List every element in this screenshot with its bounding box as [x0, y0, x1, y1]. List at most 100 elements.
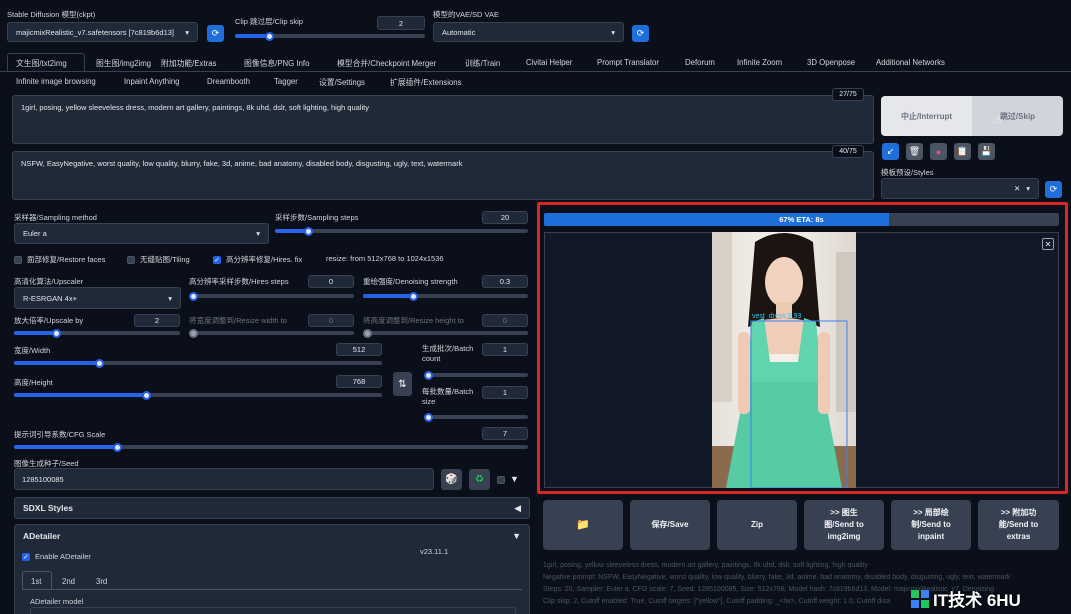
batch-count-input[interactable]: 1	[482, 343, 528, 356]
tiling-checkbox[interactable]: 无缝贴图/Tiling	[127, 254, 190, 265]
batch-size-slider[interactable]	[424, 412, 528, 422]
trash-button[interactable]: 🗑	[906, 143, 923, 160]
adetailer-tab-2nd[interactable]: 2nd	[62, 577, 75, 586]
tab-6[interactable]: Civitai Helper	[526, 58, 572, 67]
tab-8[interactable]: Deforum	[685, 58, 715, 67]
slider-handle[interactable]	[189, 291, 198, 301]
tab-2[interactable]: 附加功能/Extras	[161, 58, 216, 69]
upscale-by-slider[interactable]	[14, 328, 180, 338]
resize-width-slider[interactable]	[189, 328, 354, 338]
upscaler-select[interactable]: R-ESRGAN 4x+ ▾	[14, 287, 181, 309]
height-slider[interactable]	[14, 390, 382, 400]
height-label: 高度/Height	[14, 378, 53, 387]
send-to-extras-button[interactable]: >> 附加功能/Send to extras	[978, 500, 1059, 550]
sampling-method-select[interactable]: Euler a ▾	[14, 223, 269, 244]
resize-height-input[interactable]: 0	[482, 314, 528, 327]
adetailer-tab-3rd[interactable]: 3rd	[96, 577, 107, 586]
slider-handle[interactable]	[189, 328, 198, 338]
tab-5[interactable]: 训练/Train	[465, 58, 500, 69]
tab-0[interactable]: 文生图/txt2img	[16, 58, 67, 69]
save-button[interactable]: 保存/Save	[630, 500, 710, 550]
upscale-by-input[interactable]: 2	[134, 314, 180, 327]
slider-handle[interactable]	[424, 370, 433, 380]
tab-10[interactable]: 3D Openpose	[807, 58, 855, 67]
width-input[interactable]: 512	[336, 343, 382, 356]
clip-skip-slider[interactable]	[235, 31, 425, 41]
refresh-styles-button[interactable]: ⟳	[1045, 181, 1062, 198]
read-params-button[interactable]: ↙	[882, 143, 899, 160]
width-slider[interactable]	[14, 358, 382, 368]
send-to-inpaint-button[interactable]: >> 局部绘制/Send to inpaint	[891, 500, 971, 550]
adetailer-model-select[interactable]	[30, 607, 516, 614]
restore-faces-checkbox[interactable]: 面部修复/Restore faces	[14, 254, 105, 265]
sdxl-styles-accordion[interactable]: SDXL Styles ◀	[14, 497, 530, 519]
slider-handle[interactable]	[94, 358, 104, 368]
open-folder-button[interactable]: 📁	[543, 500, 623, 550]
slider-handle[interactable]	[112, 442, 122, 452]
refresh-model-button[interactable]: ⟳	[207, 25, 224, 42]
clipboard-button[interactable]: 📋	[954, 143, 971, 160]
save-style-button[interactable]: 💾	[978, 143, 995, 160]
tab-7[interactable]: Prompt Translator	[597, 58, 659, 67]
slider-handle[interactable]	[265, 31, 275, 41]
model-select[interactable]: majicmixRealistic_v7.safetensors [7c819b…	[7, 22, 198, 42]
styles-select[interactable]: ✕ ▾	[881, 178, 1039, 199]
slider-handle[interactable]	[142, 390, 152, 400]
extra-seed-toggle-icon[interactable]: ▼	[510, 474, 519, 484]
slider-handle[interactable]	[424, 412, 433, 422]
negative-prompt-input[interactable]: NSFW, EasyNegative, worst quality, low q…	[12, 151, 874, 200]
cfg-scale-input[interactable]: 7	[482, 427, 528, 440]
height-input[interactable]: 768	[336, 375, 382, 388]
adetailer-tab-1st[interactable]: 1st	[31, 577, 41, 586]
slider-handle[interactable]	[51, 328, 61, 338]
tab-9[interactable]: Infinite Zoom	[737, 58, 782, 67]
refresh-vae-button[interactable]: ⟳	[632, 25, 649, 42]
positive-prompt-input[interactable]: 1girl, posing, yellow sleeveless dress, …	[12, 95, 874, 144]
tab-row2-5[interactable]: 扩展插件/Extensions	[390, 77, 462, 88]
enable-adetailer-checkbox[interactable]: Enable ADetailer	[22, 552, 91, 561]
send-to-img2img-button[interactable]: >> 图生图/Send to img2img	[804, 500, 884, 550]
slider-handle[interactable]	[303, 226, 313, 236]
sampling-steps-slider[interactable]	[275, 226, 528, 236]
generated-image[interactable]	[712, 232, 856, 488]
skip-button[interactable]: 跳过/Skip	[972, 96, 1063, 136]
denoising-slider[interactable]	[363, 291, 528, 301]
adetailer-title: ADetailer	[23, 531, 61, 541]
tab-row2-0[interactable]: Infinite image browsing	[16, 77, 96, 86]
tab-row2-2[interactable]: Dreambooth	[207, 77, 250, 86]
batch-size-input[interactable]: 1	[482, 386, 528, 399]
hires-fix-checkbox[interactable]: 高分辨率修复/Hires. fix	[213, 254, 302, 265]
save-icon: 💾	[980, 146, 993, 156]
clear-icon[interactable]: ✕	[1014, 184, 1020, 193]
adetailer-header[interactable]: ADetailer ▼	[15, 525, 529, 547]
batch-count-slider[interactable]	[424, 370, 528, 380]
close-preview-button[interactable]: ✕	[1042, 238, 1054, 250]
clip-skip-input[interactable]: 2	[377, 16, 425, 30]
seed-input[interactable]: 1285100085	[14, 468, 434, 490]
tab-row2-1[interactable]: Inpaint Anything	[124, 77, 180, 86]
tab-1[interactable]: 图生图/img2img	[96, 58, 151, 69]
tab-3[interactable]: 图像信息/PNG Info	[244, 58, 309, 69]
tab-row2-4[interactable]: 设置/Settings	[319, 77, 365, 88]
cfg-scale-slider[interactable]	[14, 442, 528, 452]
slider-handle[interactable]	[408, 291, 418, 301]
denoising-input[interactable]: 0.3	[482, 275, 528, 288]
zip-button[interactable]: Zip	[717, 500, 797, 550]
random-seed-button[interactable]: 🎲	[441, 469, 462, 490]
tab-4[interactable]: 模型合并/Checkpoint Merger	[337, 58, 436, 69]
resize-height-slider[interactable]	[363, 328, 528, 338]
tab-row2-3[interactable]: Tagger	[274, 77, 298, 86]
extra-seed-checkbox[interactable]	[497, 476, 505, 486]
vae-select[interactable]: Automatic ▾	[433, 22, 624, 42]
extra-networks-button[interactable]: ●	[930, 143, 947, 160]
tab-11[interactable]: Additional Networks	[876, 58, 945, 67]
sampling-steps-input[interactable]: 20	[482, 211, 528, 224]
reuse-seed-button[interactable]: ♻	[469, 469, 490, 490]
swap-icon: ⇅	[398, 378, 407, 390]
hires-steps-slider[interactable]	[189, 291, 354, 301]
resize-width-input[interactable]: 0	[308, 314, 354, 327]
hires-steps-input[interactable]: 0	[308, 275, 354, 288]
swap-dimensions-button[interactable]: ⇅	[393, 372, 412, 396]
interrupt-button[interactable]: 中止/Interrupt	[881, 96, 972, 136]
slider-handle[interactable]	[363, 328, 372, 338]
